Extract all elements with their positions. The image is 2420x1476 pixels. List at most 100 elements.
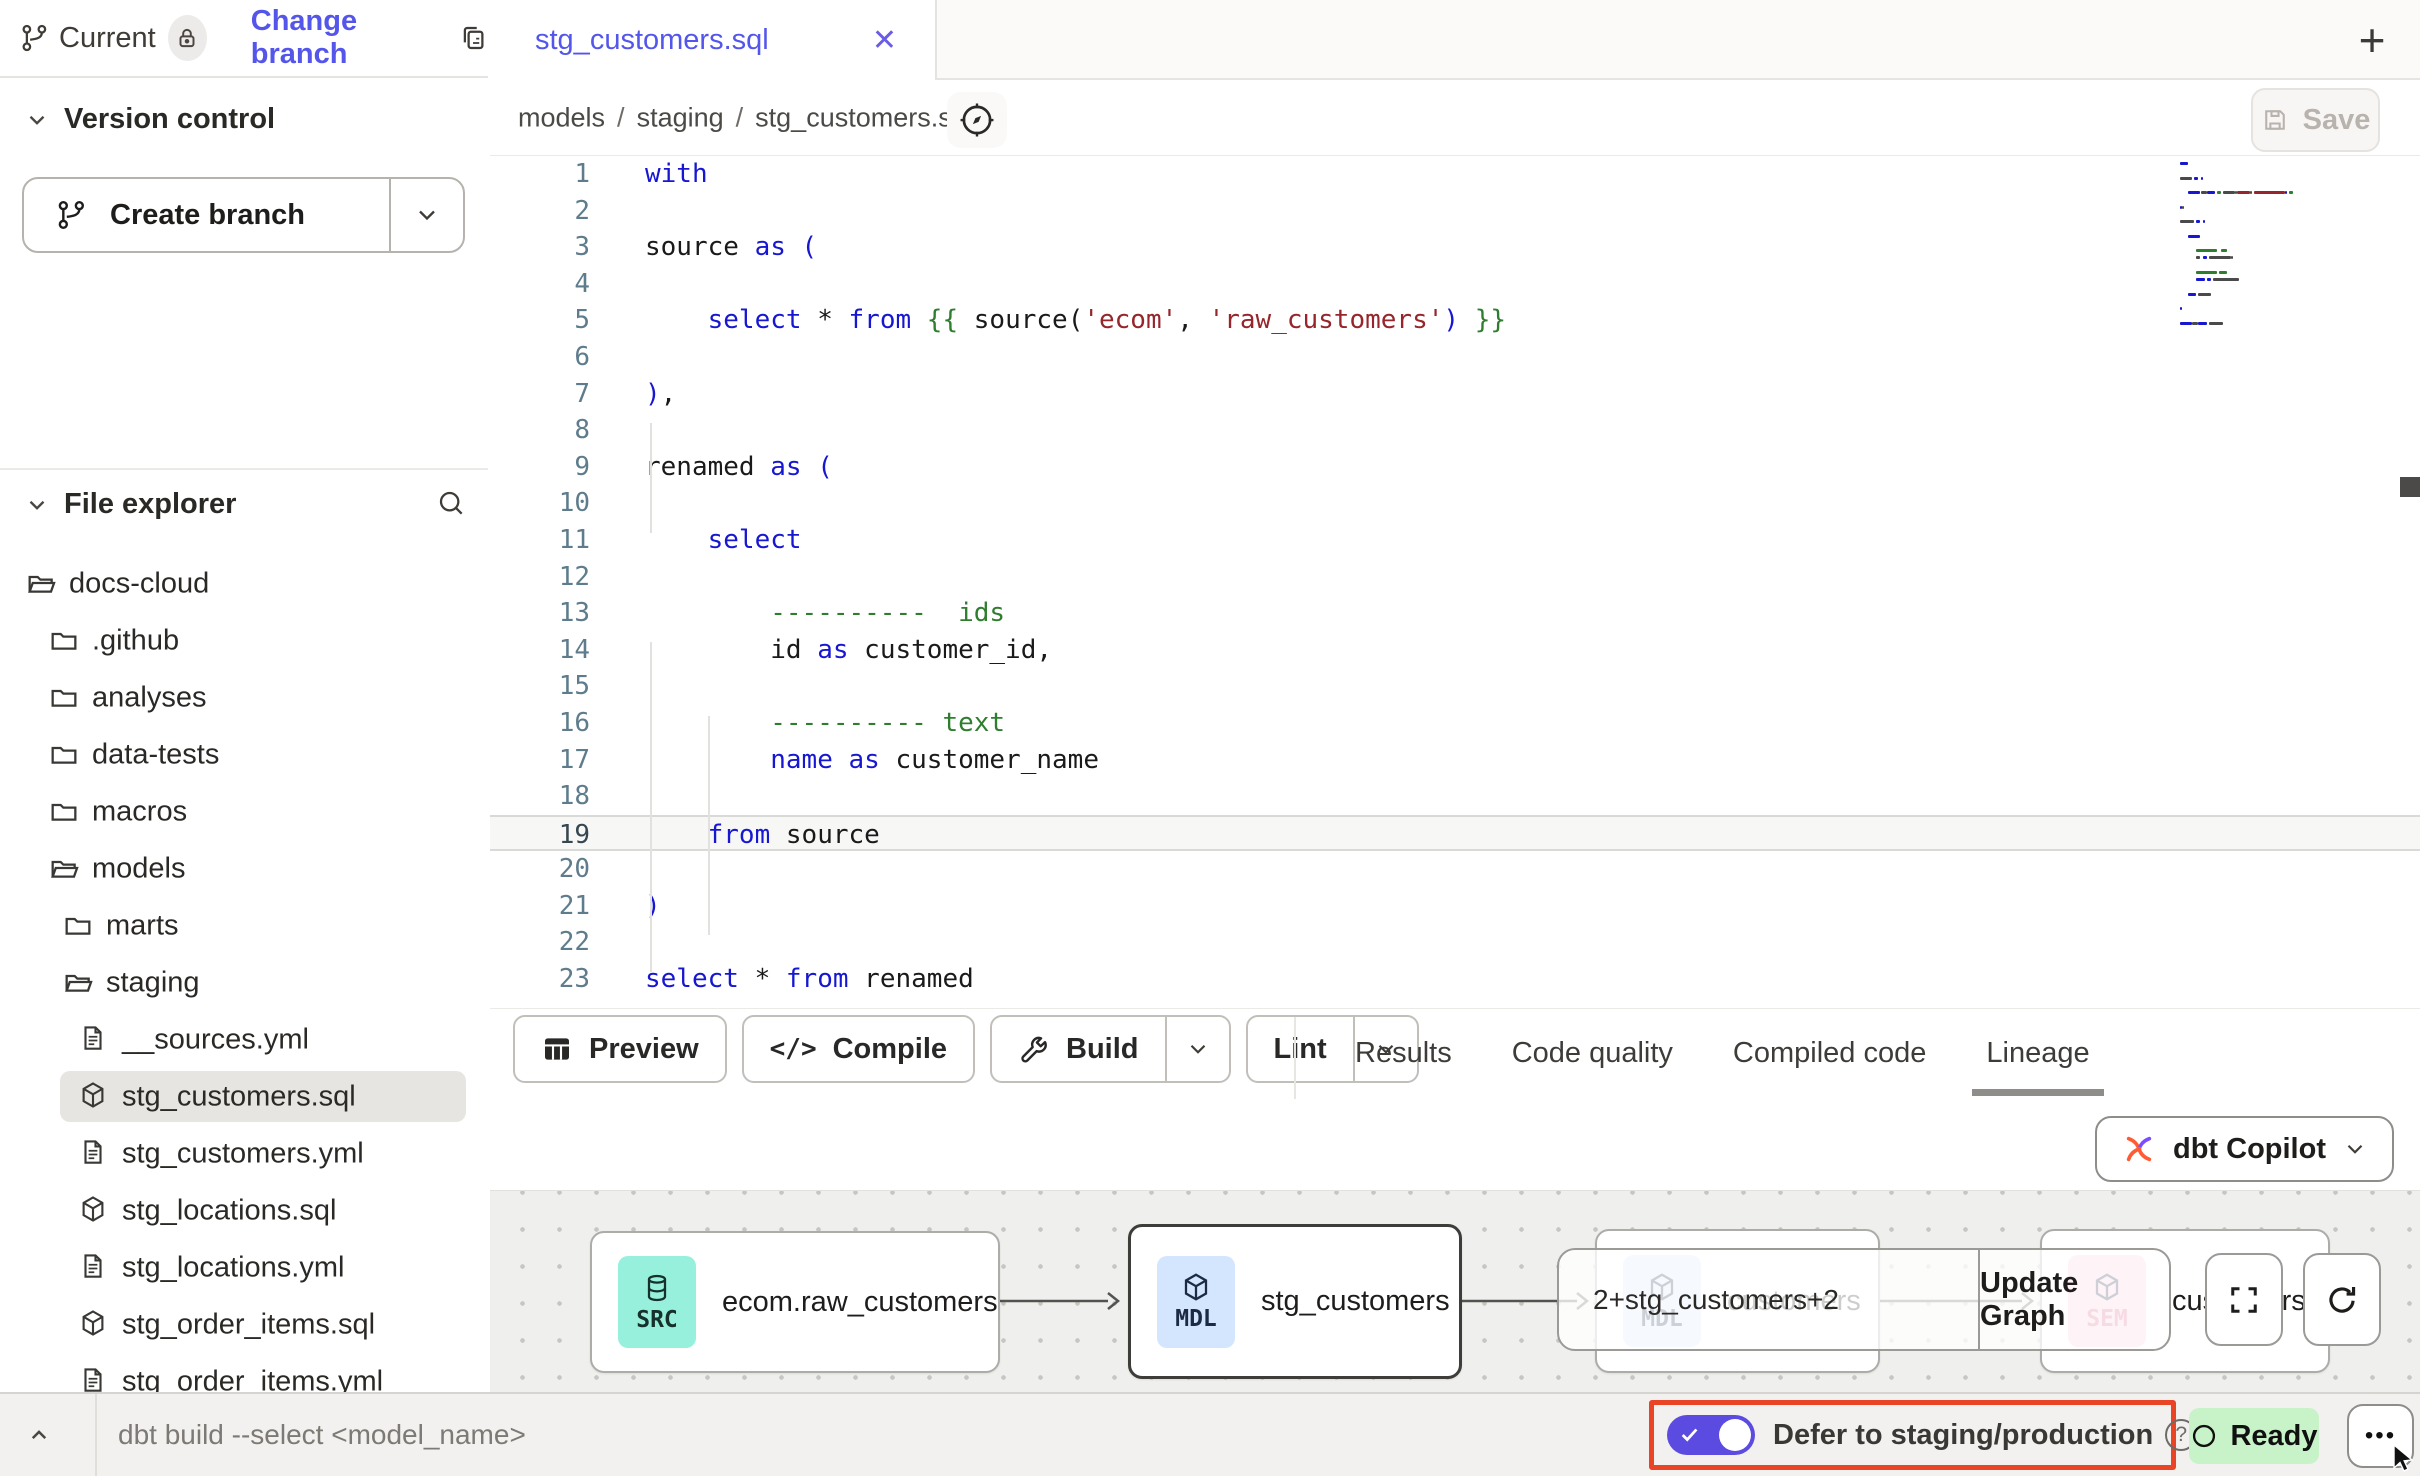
code-line-13[interactable]: 13 ---------- ids [490, 595, 2420, 632]
code-line-5[interactable]: 5 select * from {{ source('ecom', 'raw_c… [490, 302, 2420, 339]
tree-item-label: analyses [92, 681, 206, 714]
chevron-down-icon [413, 201, 441, 229]
tab-stg-customers-sql[interactable]: stg_customers.sql ✕ [490, 0, 937, 80]
code-line-15[interactable]: 15 [490, 668, 2420, 705]
tree-item--sources-yml[interactable]: __sources.yml [0, 1011, 488, 1068]
breadcrumb-part[interactable]: models [518, 102, 605, 132]
code-line-14[interactable]: 14 id as customer_id, [490, 632, 2420, 669]
lineage-node-ecom-raw-customers[interactable]: SRCecom.raw_customers [590, 1231, 1000, 1373]
line-number: 18 [490, 778, 645, 815]
code-line-23[interactable]: 23select * from renamed [490, 961, 2420, 998]
dbt-copilot-button[interactable]: dbt Copilot [2095, 1116, 2394, 1182]
code-line-16[interactable]: 16 ---------- text [490, 705, 2420, 742]
status-bar: dbt build --select <model_name> Defer to… [0, 1392, 2420, 1476]
code-line-10[interactable]: 10 [490, 485, 2420, 522]
code-line-3[interactable]: 3source as ( [490, 229, 2420, 266]
tree-item-macros[interactable]: macros [0, 783, 488, 840]
refresh-button[interactable] [2303, 1253, 2381, 1346]
tree-item-label: .github [92, 624, 179, 657]
fullscreen-button[interactable] [2205, 1253, 2283, 1346]
version-control-header[interactable]: Version control [24, 103, 275, 136]
new-tab-button[interactable]: + [2342, 10, 2402, 70]
breadcrumb-row: models/staging/stg_customers.sql Save [490, 80, 2420, 156]
defer-toggle[interactable] [1667, 1415, 1755, 1455]
tree-item--github[interactable]: .github [0, 612, 488, 669]
collapse-panel-icon[interactable] [24, 1420, 54, 1450]
code-line-9[interactable]: 9renamed as ( [490, 449, 2420, 486]
tree-item-stg-locations-sql[interactable]: stg_locations.sql [0, 1182, 488, 1239]
code-line-21[interactable]: 21) [490, 888, 2420, 925]
folder-icon [48, 681, 80, 713]
wrench-icon [1018, 1033, 1050, 1065]
src-badge: SRC [618, 1256, 696, 1348]
tree-item-stg-customers-yml[interactable]: stg_customers.yml [0, 1125, 488, 1182]
build-button[interactable]: Build [990, 1015, 1231, 1083]
tree-item-label: models [92, 852, 186, 885]
code-line-1[interactable]: 1with [490, 156, 2420, 193]
code-line-11[interactable]: 11 select [490, 522, 2420, 559]
code-line-22[interactable]: 22 [490, 924, 2420, 961]
line-number: 22 [490, 924, 645, 961]
tab-results[interactable]: Results [1355, 1037, 1452, 1070]
breadcrumb-part[interactable]: staging [637, 102, 724, 132]
change-branch-link[interactable]: Change branch [251, 5, 430, 71]
code-line-6[interactable]: 6 [490, 339, 2420, 376]
breadcrumb-part[interactable]: stg_customers.sql [755, 102, 973, 132]
tree-item-analyses[interactable]: analyses [0, 669, 488, 726]
copy-icon[interactable] [458, 23, 488, 53]
close-tab-icon[interactable]: ✕ [872, 23, 897, 58]
line-number: 20 [490, 851, 645, 888]
tree-item-stg-customers-sql[interactable]: stg_customers.sql [0, 1068, 488, 1125]
tree-item-staging[interactable]: staging [0, 954, 488, 1011]
tree-item-label: marts [106, 909, 179, 942]
tree-item-stg-locations-yml[interactable]: stg_locations.yml [0, 1239, 488, 1296]
navigate-compass-button[interactable] [947, 92, 1007, 148]
scrollbar-thumb[interactable] [2400, 477, 2420, 497]
tree-item-docs-cloud[interactable]: docs-cloud [0, 555, 488, 612]
code-line-2[interactable]: 2 [490, 193, 2420, 230]
compile-button[interactable]: </>Compile [742, 1015, 975, 1083]
dbt-cloud-ide: Current Change branch Version control [0, 0, 2420, 1476]
create-branch-button[interactable]: Create branch [22, 177, 465, 253]
code-line-20[interactable]: 20 [490, 851, 2420, 888]
tree-item-data-tests[interactable]: data-tests [0, 726, 488, 783]
code-line-12[interactable]: 12 [490, 559, 2420, 596]
model-icon [78, 1194, 108, 1224]
tree-item-models[interactable]: models [0, 840, 488, 897]
chevron-down-icon [24, 492, 50, 518]
line-number: 4 [490, 266, 645, 303]
tree-item-marts[interactable]: marts [0, 897, 488, 954]
code-line-4[interactable]: 4 [490, 266, 2420, 303]
sidebar: Current Change branch Version control [0, 0, 492, 1392]
file-icon [78, 1023, 108, 1053]
file-explorer-header[interactable]: File explorer [24, 488, 236, 521]
code-editor[interactable]: 1with23source as (45 select * from {{ so… [490, 156, 2420, 1009]
check-icon [1679, 1424, 1701, 1446]
tab-lineage[interactable]: Lineage [1986, 1037, 2089, 1070]
update-graph-button[interactable]: Update Graph [1980, 1250, 2169, 1349]
editor-minimap[interactable] [2180, 162, 2396, 342]
tab-compiled-code[interactable]: Compiled code [1733, 1037, 1926, 1070]
tree-item-label: staging [106, 966, 200, 999]
code-line-7[interactable]: 7), [490, 376, 2420, 413]
line-number: 15 [490, 668, 645, 705]
code-line-18[interactable]: 18 [490, 778, 2420, 815]
tab-code-quality[interactable]: Code quality [1512, 1037, 1673, 1070]
lineage-node-stg-customers[interactable]: MDLstg_customers [1128, 1224, 1462, 1379]
command-input[interactable]: dbt build --select <model_name> [118, 1419, 526, 1451]
create-branch-dropdown[interactable] [391, 179, 463, 251]
build-dropdown[interactable] [1165, 1017, 1229, 1081]
line-number: 19 [490, 817, 645, 850]
code-line-17[interactable]: 17 name as customer_name [490, 742, 2420, 779]
lineage-panel[interactable]: SRCecom.raw_customersMDLstg_customersMDL… [490, 1190, 2420, 1393]
code-line-19[interactable]: 19 from source [490, 815, 2420, 852]
search-icon[interactable] [435, 487, 467, 519]
preview-button[interactable]: Preview [513, 1015, 727, 1083]
dbt-logo-icon [2121, 1131, 2157, 1167]
save-button[interactable]: Save [2251, 88, 2380, 152]
code-line-8[interactable]: 8 [490, 412, 2420, 449]
graph-selector-input[interactable]: 2+stg_customers+2 [1559, 1250, 1980, 1349]
line-number: 12 [490, 559, 645, 596]
tree-item-stg-order-items-sql[interactable]: stg_order_items.sql [0, 1296, 488, 1353]
model-icon [78, 1308, 108, 1338]
